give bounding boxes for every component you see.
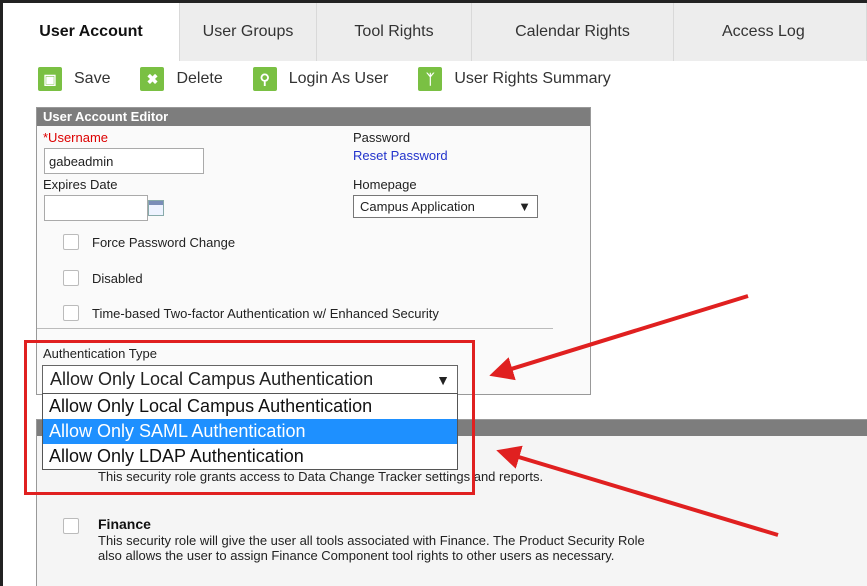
arrow-to-saml-option	[496, 445, 779, 537]
annotation-arrows	[489, 294, 779, 537]
arrow-to-select	[489, 294, 749, 381]
